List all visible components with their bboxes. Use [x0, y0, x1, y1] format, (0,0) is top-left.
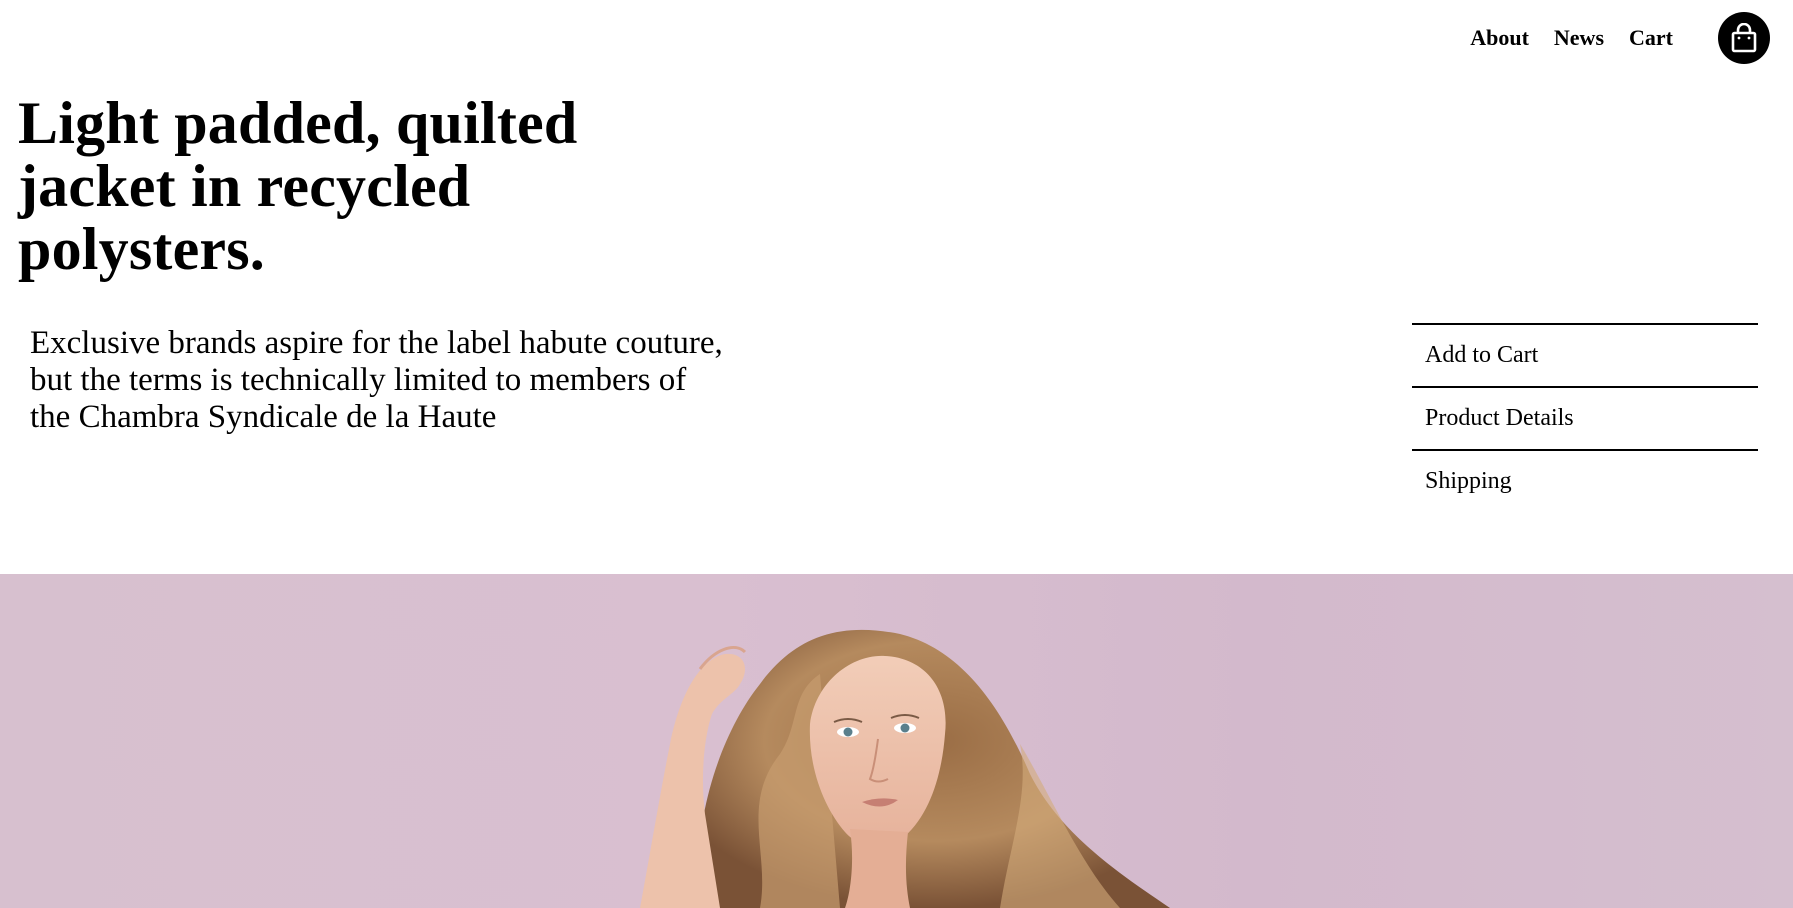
add-to-cart-button[interactable]: Add to Cart [1412, 325, 1758, 388]
nav-about-link[interactable]: About [1470, 25, 1529, 51]
product-page: About News Cart Light padded, quilted ja… [0, 0, 1793, 908]
hero-image [0, 574, 1793, 908]
nav-news-link[interactable]: News [1554, 25, 1604, 51]
shopping-bag-icon [1731, 23, 1757, 53]
shopping-bag-button[interactable] [1718, 12, 1770, 64]
product-description: Exclusive brands aspire for the label ha… [30, 325, 723, 435]
shipping-button[interactable]: Shipping [1412, 451, 1758, 512]
top-nav: About News Cart [1445, 10, 1770, 66]
product-actions: Add to Cart Product Details Shipping [1412, 323, 1758, 512]
model-portrait-image [640, 629, 1170, 908]
product-details-button[interactable]: Product Details [1412, 388, 1758, 451]
nav-cart-link[interactable]: Cart [1629, 25, 1673, 51]
product-title: Light padded, quilted jacket in recycled… [18, 90, 578, 282]
